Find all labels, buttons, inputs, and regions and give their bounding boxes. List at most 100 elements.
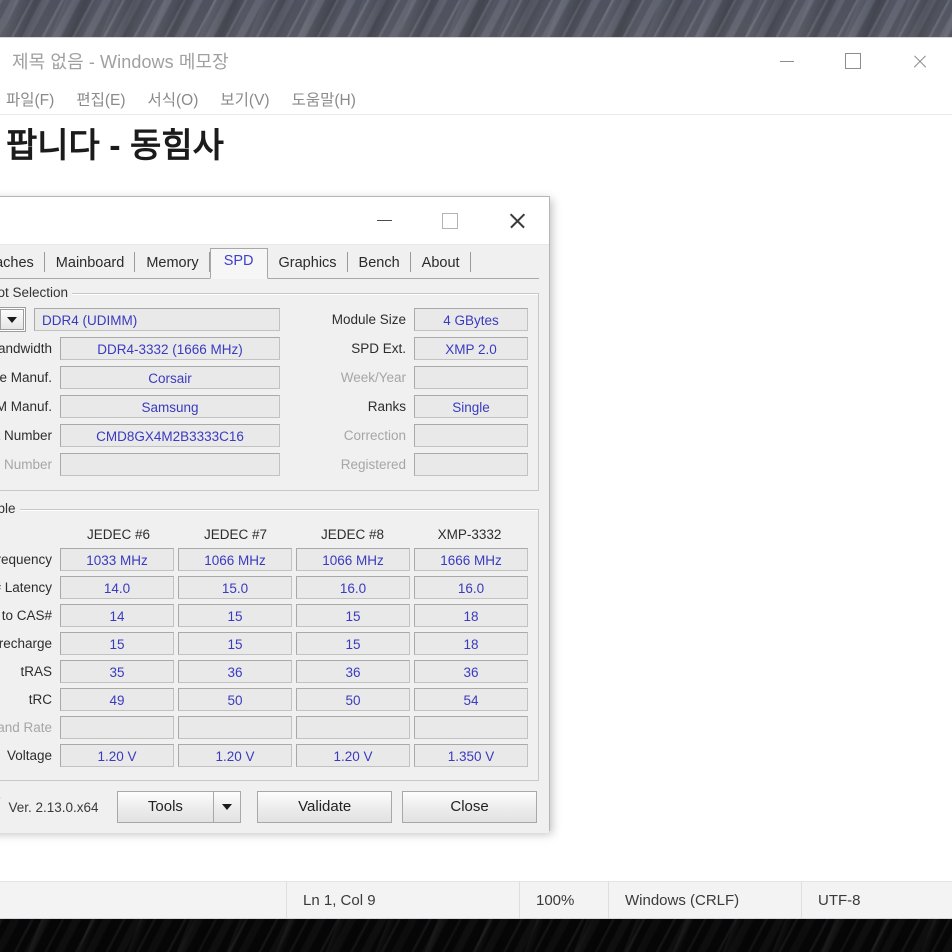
- cell-ras-to-cas-1: 15: [178, 604, 292, 627]
- tab-memory[interactable]: Memory: [135, 250, 211, 278]
- maximize-icon: [845, 53, 861, 69]
- cell-frequency-2: 1066 MHz: [296, 548, 410, 571]
- label-module-size: Module Size: [331, 312, 406, 327]
- close-icon: [912, 54, 927, 69]
- field-correction: [414, 424, 528, 447]
- menu-item-file[interactable]: 파일(F): [6, 88, 54, 110]
- tab-caches[interactable]: Caches: [0, 250, 45, 278]
- cell-tras-3: 36: [414, 660, 528, 683]
- cpuz-body: CPU Caches Mainboard Memory SPD Graphics…: [0, 245, 549, 781]
- timings-col-header-2: JEDEC #8: [320, 526, 385, 542]
- cell-cas-latency-0: 14.0: [60, 576, 174, 599]
- timings-col-header-1: JEDEC #7: [203, 526, 268, 542]
- label-max-bandwidth: Max Bandwidth: [0, 341, 52, 356]
- tab-about[interactable]: About: [410, 250, 471, 278]
- tab-graphics[interactable]: Graphics: [267, 250, 348, 278]
- menu-item-help[interactable]: 도움말(H): [292, 88, 356, 110]
- row-spd-ext: SPD Ext. XMP 2.0: [288, 335, 528, 362]
- field-module-manuf: Corsair: [60, 366, 280, 389]
- label-tras: tRAS: [20, 664, 52, 679]
- cell-command-rate-3: [414, 716, 528, 739]
- label-ranks: Ranks: [367, 399, 406, 414]
- notepad-maximize-button[interactable]: [820, 38, 886, 84]
- field-ranks: Single: [414, 395, 528, 418]
- cpuz-close-button[interactable]: [483, 197, 549, 244]
- validate-button[interactable]: Validate: [257, 791, 393, 823]
- cell-voltage-3: 1.350 V: [414, 744, 528, 767]
- timings-col-header-0: JEDEC #6: [86, 526, 151, 542]
- label-correction: Correction: [343, 428, 406, 443]
- memory-slot-selection-group: Memory Slot Selection Slot #1 DDR4 (UDIM…: [0, 285, 539, 491]
- cell-frequency-3: 1666 MHz: [414, 548, 528, 571]
- notepad-titlebar[interactable]: 제목 없음 - Windows 메모장: [0, 38, 952, 84]
- cpuz-footer: CPU-Z Ver. 2.13.0.x64 Tools Validate Clo…: [0, 781, 549, 833]
- field-module-size: 4 GBytes: [414, 308, 528, 331]
- row-registered: Registered: [288, 451, 528, 478]
- cell-ras-to-cas-2: 15: [296, 604, 410, 627]
- close-button[interactable]: Close: [402, 791, 537, 823]
- timings-row-command-rate: Command Rate: [0, 714, 528, 741]
- cell-tras-2: 36: [296, 660, 410, 683]
- cell-trc-1: 50: [178, 688, 292, 711]
- menu-item-format[interactable]: 서식(O): [148, 88, 199, 110]
- notepad-minimize-button[interactable]: [754, 38, 820, 84]
- label-serial-number: Serial Number: [0, 457, 52, 472]
- notepad-close-button[interactable]: [886, 38, 952, 84]
- slot-select[interactable]: Slot #1: [0, 307, 26, 332]
- tools-dropdown-button[interactable]: [213, 791, 242, 823]
- cell-command-rate-2: [296, 716, 410, 739]
- field-spd-ext: XMP 2.0: [414, 337, 528, 360]
- cell-ras-to-cas-3: 18: [414, 604, 528, 627]
- row-slot-selector: Slot #1 DDR4 (UDIMM): [0, 306, 280, 333]
- timings-header-row: JEDEC #6 JEDEC #7 JEDEC #8 XMP-3332: [0, 522, 528, 546]
- label-cas-latency: CAS# Latency: [0, 580, 52, 595]
- notepad-statusbar: Ln 1, Col 9 100% Windows (CRLF) UTF-8: [0, 881, 952, 918]
- cpuz-maximize-button[interactable]: [417, 197, 483, 244]
- chevron-down-icon[interactable]: [0, 309, 24, 330]
- notepad-caption-buttons: [754, 38, 952, 84]
- status-line-ending[interactable]: Windows (CRLF): [608, 882, 801, 918]
- timings-row-ras-to-cas: RAS# to CAS# 14 15 15 18: [0, 602, 528, 629]
- notepad-title: 제목 없음 - Windows 메모장: [12, 52, 229, 72]
- field-module-type: DDR4 (UDIMM): [34, 308, 280, 331]
- minimize-icon: [780, 60, 794, 62]
- row-part-number: Part Number CMD8GX4M2B3333C16: [0, 422, 280, 449]
- row-serial-number: Serial Number: [0, 451, 280, 478]
- tab-bench[interactable]: Bench: [347, 250, 411, 278]
- cell-frequency-1: 1066 MHz: [178, 548, 292, 571]
- cpuz-titlebar[interactable]: CPU-Z: [0, 197, 549, 245]
- label-voltage: Voltage: [6, 748, 52, 763]
- cell-command-rate-0: [60, 716, 174, 739]
- cpuz-window: CPU-Z CPU Caches Mainboard Memory SPD: [0, 196, 550, 833]
- timings-row-voltage: Voltage 1.20 V 1.20 V 1.20 V 1.350 V: [0, 742, 528, 769]
- cpuz-caption-buttons: [351, 197, 549, 244]
- tab-mainboard[interactable]: Mainboard: [44, 250, 136, 278]
- screen: 제목 없음 - Windows 메모장 파일(F) 편집(E) 서식(O) 보기…: [0, 0, 952, 952]
- timings-row-ras-precharge: RAS# Precharge 15 15 15 18: [0, 630, 528, 657]
- label-module-manuf: Module Manuf.: [0, 370, 52, 385]
- label-part-number: Part Number: [0, 428, 52, 443]
- status-line-col: Ln 1, Col 9: [286, 882, 519, 918]
- menu-item-edit[interactable]: 편집(E): [76, 88, 125, 110]
- label-ras-to-cas: RAS# to CAS#: [0, 608, 52, 623]
- cell-tras-0: 35: [60, 660, 174, 683]
- tools-button[interactable]: Tools: [116, 791, 214, 823]
- cell-voltage-0: 1.20 V: [60, 744, 174, 767]
- timings-col-header-3: XMP-3332: [437, 526, 502, 542]
- cell-ras-precharge-1: 15: [178, 632, 292, 655]
- cell-trc-0: 49: [60, 688, 174, 711]
- status-zoom[interactable]: 100%: [519, 882, 608, 918]
- cpuz-minimize-button[interactable]: [351, 197, 417, 244]
- timings-table-group: Timings Table JEDEC #6 JEDEC #7 JEDEC #8…: [0, 501, 539, 781]
- cell-cas-latency-2: 16.0: [296, 576, 410, 599]
- status-encoding[interactable]: UTF-8: [801, 882, 952, 918]
- cell-ras-precharge-2: 15: [296, 632, 410, 655]
- maximize-icon: [442, 212, 458, 229]
- label-registered: Registered: [340, 457, 406, 472]
- menu-item-view[interactable]: 보기(V): [220, 88, 269, 110]
- tab-spd[interactable]: SPD: [209, 248, 268, 279]
- timings-row-trc: tRC 49 50 50 54: [0, 686, 528, 713]
- timings-table-legend: Timings Table: [0, 501, 20, 516]
- cell-trc-3: 54: [414, 688, 528, 711]
- spd-left-column: Slot #1 DDR4 (UDIMM) Max Bandwidth DDR4-…: [0, 306, 280, 480]
